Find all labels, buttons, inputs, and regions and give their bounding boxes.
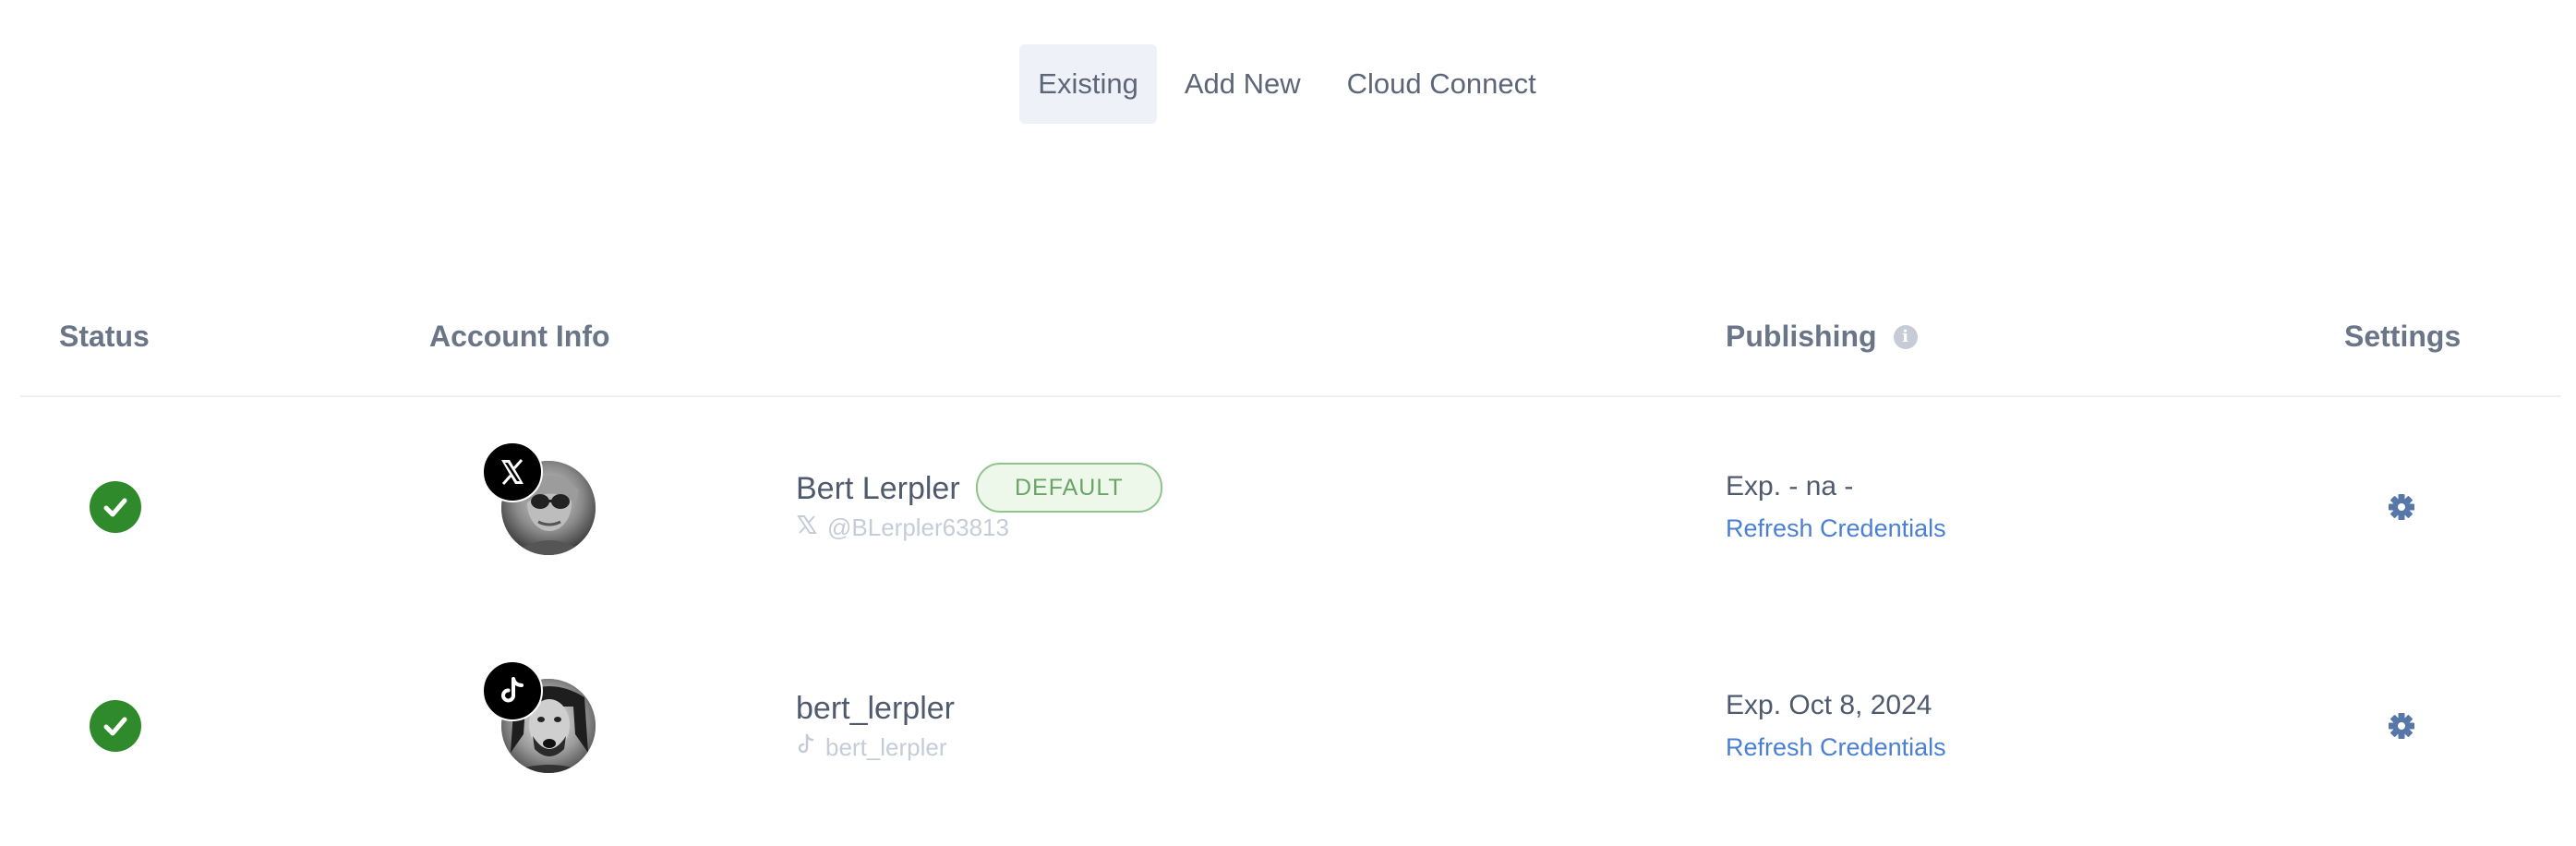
expiry-text: Exp. - na -: [1726, 471, 1854, 502]
x-icon: [796, 514, 818, 542]
refresh-credentials-link[interactable]: Refresh Credentials: [1726, 733, 1946, 762]
gear-icon[interactable]: [2388, 493, 2415, 521]
account-name: Bert Lerpler: [796, 471, 960, 506]
expiry-text: Exp. Oct 8, 2024: [1726, 690, 1932, 720]
header-publishing-label: Publishing: [1726, 320, 1877, 353]
header-account-info: Account Info: [429, 320, 610, 353]
tab-existing[interactable]: Existing: [1019, 44, 1157, 124]
account-handle: @BLerpler63813: [796, 514, 1009, 542]
account-handle: bert_lerpler: [796, 733, 947, 762]
handle-text: bert_lerpler: [825, 733, 947, 761]
tiktok-icon: [796, 733, 816, 762]
check-icon: [90, 481, 141, 533]
gear-icon[interactable]: [2388, 712, 2415, 740]
tiktok-icon: [482, 660, 543, 721]
default-badge: DEFAULT: [976, 463, 1162, 513]
handle-text: @BLerpler63813: [827, 514, 1009, 541]
header-publishing: Publishing i: [1726, 320, 1918, 354]
check-icon: [90, 700, 141, 752]
header-settings: Settings: [2344, 320, 2462, 353]
refresh-credentials-link[interactable]: Refresh Credentials: [1726, 514, 1946, 543]
account-tabs: Existing Add New Cloud Connect: [0, 44, 2576, 124]
info-icon[interactable]: i: [1893, 324, 1918, 349]
header-divider: [20, 395, 2561, 397]
account-name: bert_lerpler: [796, 691, 955, 726]
x-icon: [482, 441, 543, 502]
tab-cloud-connect[interactable]: Cloud Connect: [1329, 44, 1555, 124]
tab-add-new[interactable]: Add New: [1166, 44, 1319, 124]
header-status: Status: [59, 320, 150, 353]
